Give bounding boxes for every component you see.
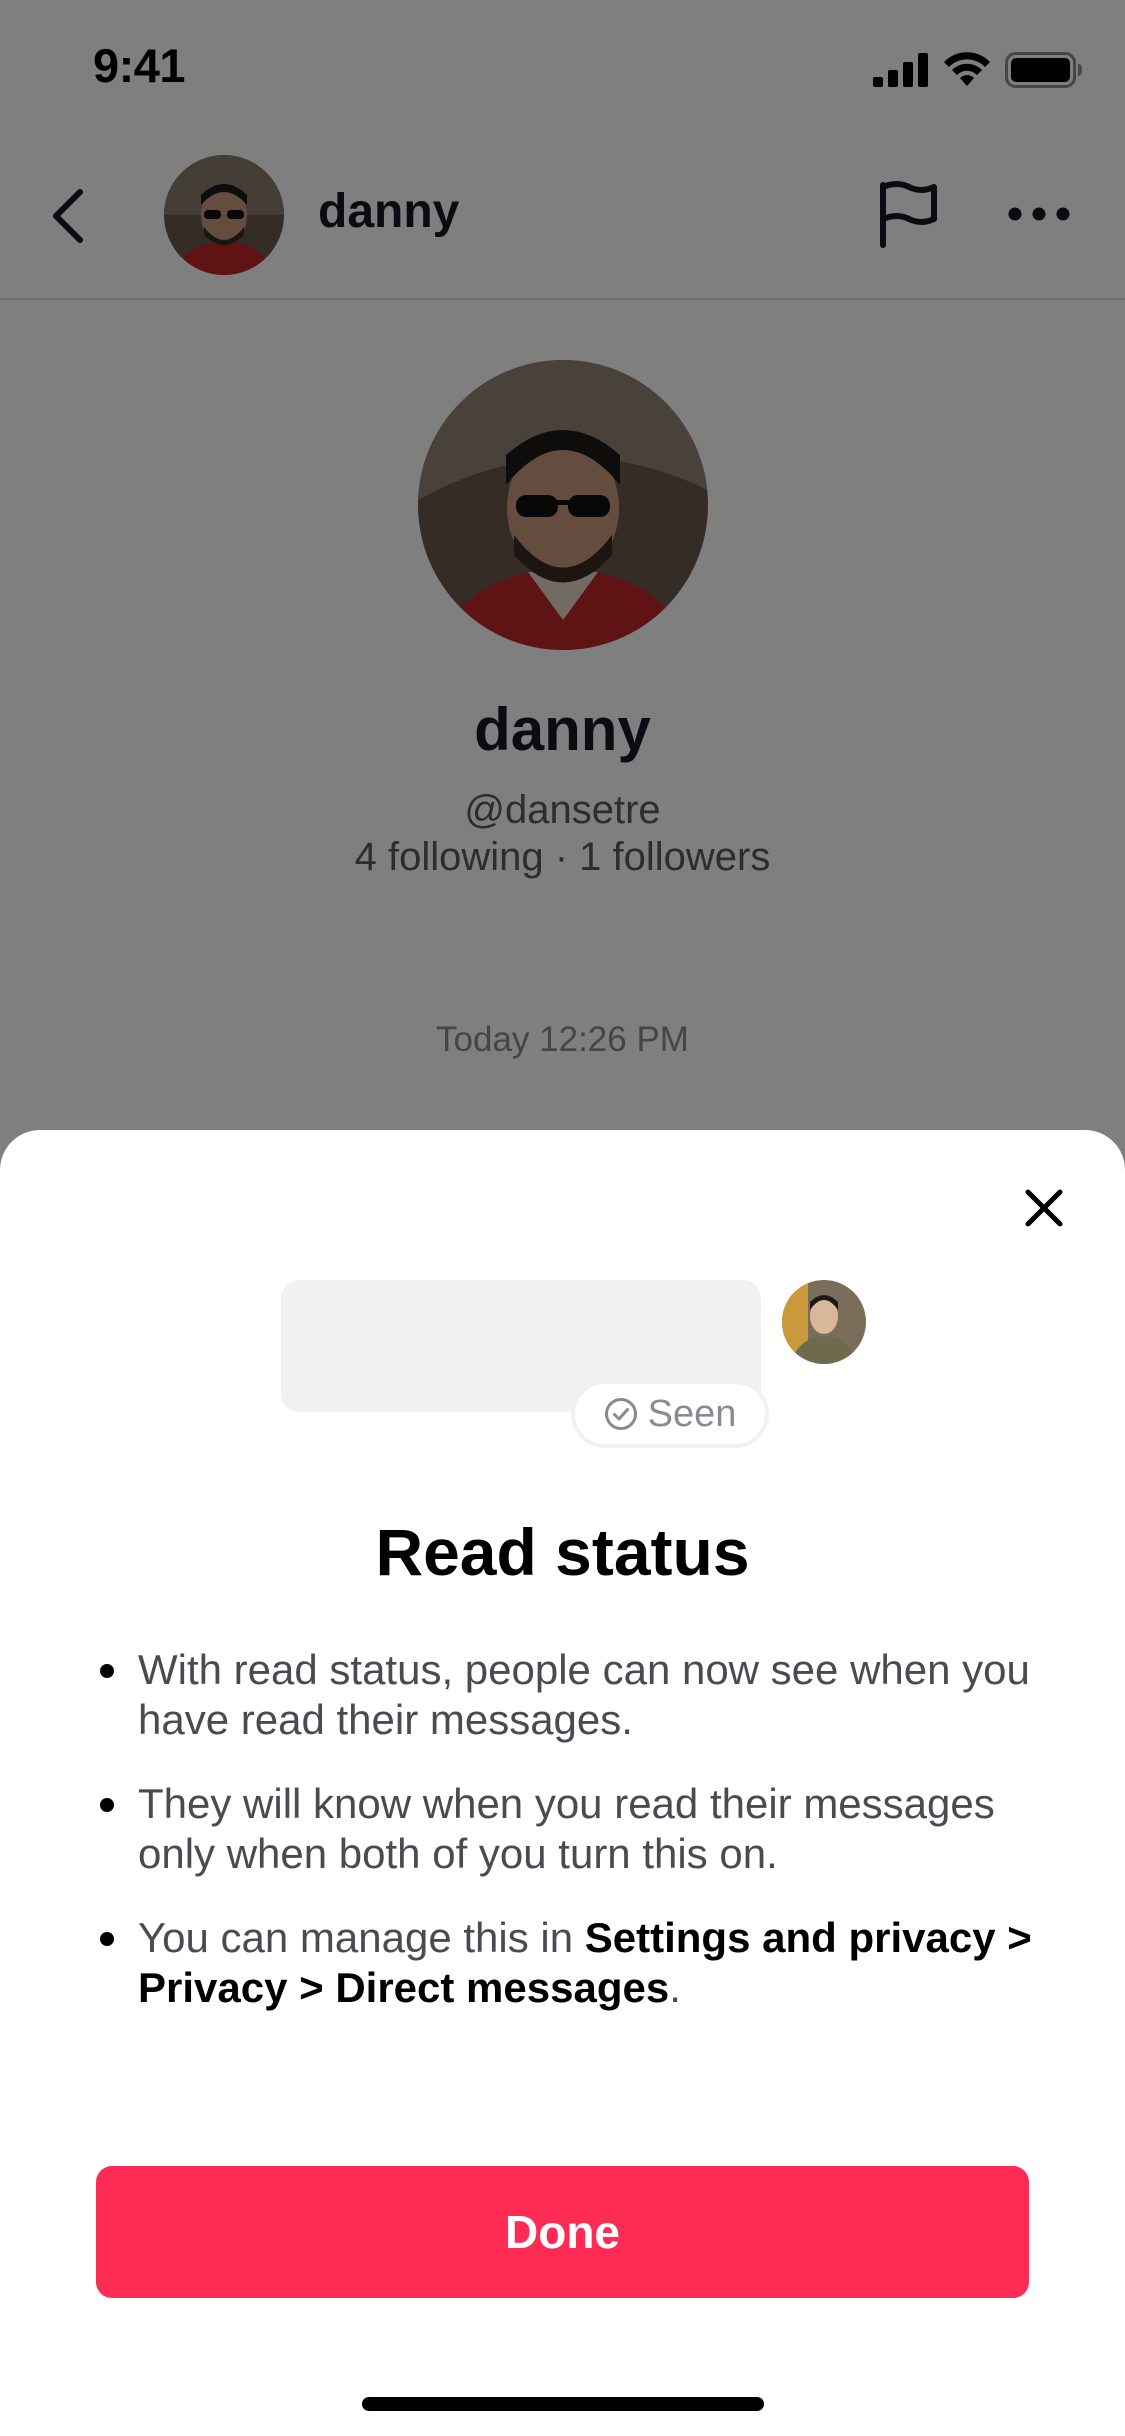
done-button[interactable]: Done [96, 2166, 1029, 2298]
read-status-sheet: Seen Read status With read status, peopl… [0, 1130, 1125, 2436]
screen: 9:41 [0, 0, 1125, 2436]
list-item: You can manage this in Settings and priv… [96, 1913, 1036, 2013]
list-item: With read status, people can now see whe… [96, 1645, 1036, 1745]
bullet-dot [100, 1664, 114, 1678]
check-circle-icon [604, 1398, 637, 1430]
close-button[interactable] [1018, 1182, 1070, 1234]
sheet-title: Read status [375, 1515, 750, 1589]
seen-label: Seen [647, 1392, 737, 1435]
sender-avatar [782, 1280, 866, 1364]
bullet-text: With read status, people can now see whe… [138, 1646, 1030, 1743]
bullet-text-prefix: You can manage this in [138, 1914, 585, 1961]
bullet-text: They will know when you read their messa… [138, 1780, 995, 1877]
info-bullet-list: With read status, people can now see whe… [96, 1645, 1036, 2047]
list-item: They will know when you read their messa… [96, 1779, 1036, 1879]
close-icon [1025, 1189, 1063, 1227]
bullet-text-suffix: . [669, 1964, 681, 2011]
home-indicator [362, 2397, 764, 2411]
seen-indicator: Seen [571, 1380, 769, 1448]
sender-photo [782, 1280, 866, 1364]
bullet-dot [100, 1798, 114, 1812]
bullet-dot [100, 1932, 114, 1946]
